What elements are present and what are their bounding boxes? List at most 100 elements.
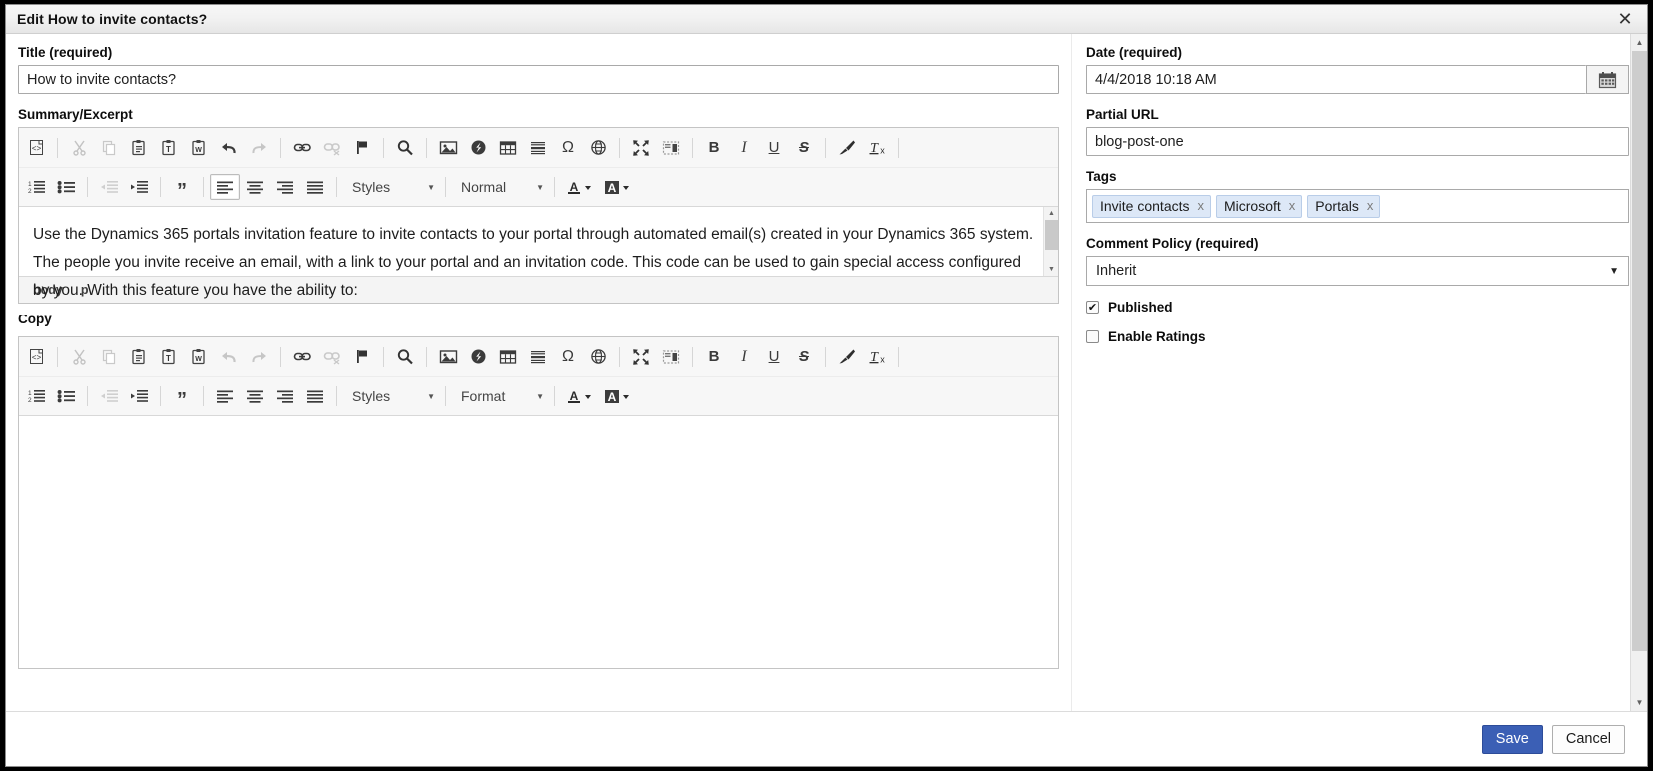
image-icon[interactable] — [433, 344, 463, 370]
align-center-icon[interactable] — [240, 174, 270, 200]
strikethrough-icon[interactable]: S — [789, 135, 819, 161]
copy-formatting-brush-icon[interactable] — [832, 135, 862, 161]
remove-tag-icon[interactable]: x — [1289, 198, 1296, 213]
find-search-icon[interactable] — [390, 135, 420, 161]
table-icon[interactable] — [493, 344, 523, 370]
copy-editor-area[interactable] — [19, 415, 1058, 668]
bulleted-list-icon[interactable] — [51, 383, 81, 409]
background-color-icon[interactable]: A — [599, 383, 637, 409]
special-character-icon[interactable]: Ω — [553, 135, 583, 161]
paste-icon[interactable] — [124, 135, 154, 161]
dialog-scrollbar[interactable]: ▲ ▼ — [1630, 34, 1647, 711]
format-dropdown[interactable]: Format ▼ — [452, 383, 548, 409]
anchor-flag-icon[interactable] — [347, 344, 377, 370]
title-input[interactable] — [18, 65, 1059, 94]
tag-chip[interactable]: Invite contacts x — [1092, 194, 1211, 218]
link-icon[interactable] — [287, 344, 317, 370]
align-justify-icon[interactable] — [300, 174, 330, 200]
undo-icon[interactable] — [214, 135, 244, 161]
scroll-thumb[interactable] — [1045, 220, 1058, 250]
scroll-thumb[interactable] — [1632, 51, 1647, 651]
text-color-icon[interactable]: A — [561, 383, 599, 409]
italic-icon[interactable]: I — [729, 344, 759, 370]
summary-editor-content[interactable]: Use the Dynamics 365 portals invitation … — [19, 207, 1058, 305]
calendar-icon[interactable] — [1585, 65, 1629, 94]
save-button[interactable]: Save — [1481, 724, 1543, 754]
styles-dropdown[interactable]: Styles ▼ — [343, 174, 439, 200]
bold-icon[interactable]: B — [699, 135, 729, 161]
bulleted-list-icon[interactable] — [51, 174, 81, 200]
unlink-icon[interactable] — [317, 135, 347, 161]
remove-tag-icon[interactable]: x — [1198, 198, 1205, 213]
copy-icon[interactable] — [94, 344, 124, 370]
maximize-icon[interactable] — [626, 344, 656, 370]
close-icon[interactable]: ✕ — [1603, 5, 1647, 33]
align-left-icon[interactable] — [210, 174, 240, 200]
source-icon[interactable]: <> — [21, 344, 51, 370]
blockquote-icon[interactable]: ” — [167, 174, 197, 201]
increase-indent-icon[interactable] — [124, 174, 154, 200]
copy-editor-content[interactable] — [19, 416, 1058, 430]
summary-editor-scrollbar[interactable]: ▲ ▼ — [1043, 207, 1058, 276]
paste-icon[interactable] — [124, 344, 154, 370]
underline-icon[interactable]: U — [759, 344, 789, 370]
align-justify-icon[interactable] — [300, 383, 330, 409]
scroll-up-icon[interactable]: ▲ — [1044, 207, 1059, 220]
increase-indent-icon[interactable] — [124, 383, 154, 409]
show-blocks-icon[interactable] — [656, 135, 686, 161]
paste-as-plain-text-icon[interactable]: T — [154, 344, 184, 370]
cut-icon[interactable] — [64, 344, 94, 370]
special-character-icon[interactable]: Ω — [553, 344, 583, 370]
remove-format-icon[interactable]: Tx — [862, 344, 892, 370]
redo-icon[interactable] — [244, 344, 274, 370]
anchor-flag-icon[interactable] — [347, 135, 377, 161]
enable-ratings-checkbox-row[interactable]: Enable Ratings — [1086, 329, 1629, 344]
format-dropdown[interactable]: Normal ▼ — [452, 174, 548, 200]
published-checkbox[interactable]: ✔ — [1086, 301, 1099, 314]
iframe-globe-icon[interactable] — [583, 344, 613, 370]
copy-formatting-brush-icon[interactable] — [832, 344, 862, 370]
styles-dropdown[interactable]: Styles ▼ — [343, 383, 439, 409]
tag-chip[interactable]: Microsoft x — [1216, 194, 1303, 218]
maximize-icon[interactable] — [626, 135, 656, 161]
scroll-up-icon[interactable]: ▲ — [1631, 34, 1647, 51]
redo-icon[interactable] — [244, 135, 274, 161]
partial-url-input[interactable] — [1086, 127, 1629, 156]
table-icon[interactable] — [493, 135, 523, 161]
strikethrough-icon[interactable]: S — [789, 344, 819, 370]
align-center-icon[interactable] — [240, 383, 270, 409]
italic-icon[interactable]: I — [729, 135, 759, 161]
align-right-icon[interactable] — [270, 174, 300, 200]
source-icon[interactable]: <> — [21, 135, 51, 161]
horizontal-rule-icon[interactable] — [523, 135, 553, 161]
horizontal-rule-icon[interactable] — [523, 344, 553, 370]
scroll-down-icon[interactable]: ▼ — [1631, 694, 1647, 711]
align-right-icon[interactable] — [270, 383, 300, 409]
cut-icon[interactable] — [64, 135, 94, 161]
remove-tag-icon[interactable]: x — [1367, 198, 1374, 213]
flash-media-icon[interactable] — [463, 135, 493, 161]
blockquote-icon[interactable]: ” — [167, 383, 197, 410]
text-color-icon[interactable]: A — [561, 174, 599, 200]
paste-as-plain-text-icon[interactable]: T — [154, 135, 184, 161]
iframe-globe-icon[interactable] — [583, 135, 613, 161]
published-checkbox-row[interactable]: ✔ Published — [1086, 300, 1629, 315]
bold-icon[interactable]: B — [699, 344, 729, 370]
link-icon[interactable] — [287, 135, 317, 161]
image-icon[interactable] — [433, 135, 463, 161]
undo-icon[interactable] — [214, 344, 244, 370]
show-blocks-icon[interactable] — [656, 344, 686, 370]
remove-format-icon[interactable]: Tx — [862, 135, 892, 161]
tags-input[interactable]: Invite contacts x Microsoft x Portals x — [1086, 189, 1629, 223]
tag-chip[interactable]: Portals x — [1307, 194, 1381, 218]
numbered-list-icon[interactable]: 12 — [21, 174, 51, 200]
underline-icon[interactable]: U — [759, 135, 789, 161]
flash-media-icon[interactable] — [463, 344, 493, 370]
decrease-indent-icon[interactable] — [94, 174, 124, 200]
decrease-indent-icon[interactable] — [94, 383, 124, 409]
cancel-button[interactable]: Cancel — [1551, 724, 1625, 754]
copy-icon[interactable] — [94, 135, 124, 161]
enable-ratings-checkbox[interactable] — [1086, 330, 1099, 343]
summary-editor-area[interactable]: Use the Dynamics 365 portals invitation … — [19, 206, 1058, 299]
paste-from-word-icon[interactable]: W — [184, 344, 214, 370]
